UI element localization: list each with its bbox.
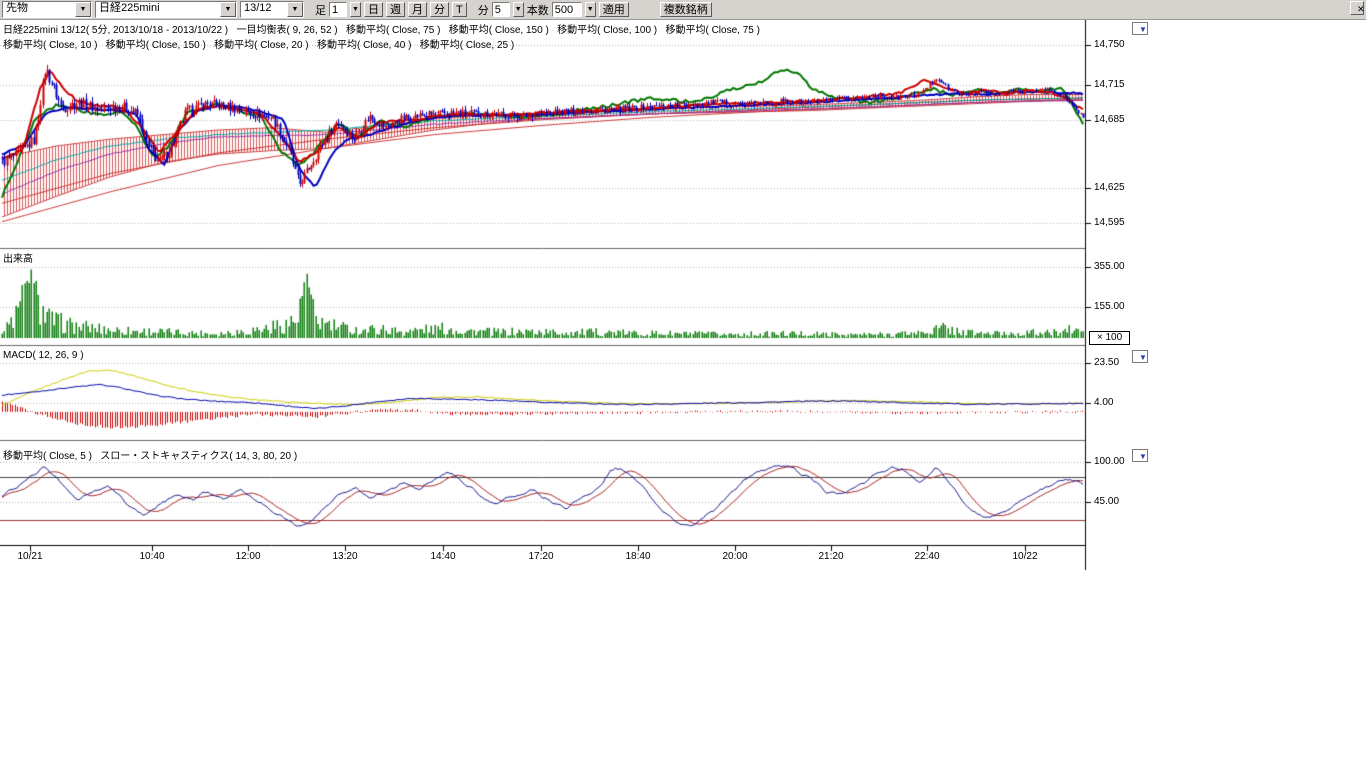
market-category-value: 先物	[3, 2, 75, 17]
chevron-down-icon[interactable]: ▼	[350, 2, 361, 17]
symbol-select[interactable]: 日経225mini ▼	[95, 1, 237, 18]
chart-header-line1: 日経225mini 13/12( 5分, 2013/10/18 - 2013/1…	[3, 21, 760, 36]
symbol-value: 日経225mini	[96, 2, 220, 17]
minute-label: 分	[478, 2, 489, 18]
period-month-button[interactable]: 月	[408, 2, 427, 17]
chevron-down-icon[interactable]: ▼	[75, 2, 91, 17]
chart-canvas[interactable]	[0, 0, 1366, 768]
chevron-down-icon[interactable]: ▼	[585, 2, 596, 17]
stochastic-pane-label: 移動平均( Close, 5 ) スロー・ストキャスティクス( 14, 3, 8…	[3, 447, 297, 462]
contract-month-value: 13/12	[241, 2, 287, 17]
main-toolbar: 先物 ▼ 日経225mini ▼ 13/12 ▼ 足 ▼ 日 週 月 分 T 分…	[0, 0, 1366, 20]
market-category-select[interactable]: 先物 ▼	[2, 1, 92, 18]
volume-pane-label: 出来高	[3, 250, 33, 265]
chevron-down-icon[interactable]: ▼	[513, 2, 524, 17]
period-day-button[interactable]: 日	[364, 2, 383, 17]
period-tick-button[interactable]: T	[452, 2, 467, 17]
bar-interval-input[interactable]	[329, 2, 347, 17]
price-pane-dropdown-button[interactable]: ▼	[1132, 22, 1148, 35]
close-icon[interactable]: ✕	[1350, 1, 1364, 15]
chart-header-line2: 移動平均( Close, 10 ) 移動平均( Close, 150 ) 移動平…	[3, 36, 514, 51]
period-minute-button[interactable]: 分	[430, 2, 449, 17]
period-week-button[interactable]: 週	[386, 2, 405, 17]
bar-count-input[interactable]	[552, 2, 582, 17]
bar-count-label: 本数	[527, 2, 549, 18]
contract-month-select[interactable]: 13/12 ▼	[240, 1, 304, 18]
stochastic-pane-dropdown-button[interactable]: ▼	[1132, 449, 1148, 462]
macd-pane-dropdown-button[interactable]: ▼	[1132, 350, 1148, 363]
chevron-down-icon[interactable]: ▼	[220, 2, 236, 17]
minute-input[interactable]	[492, 2, 510, 17]
multi-symbol-button[interactable]: 複数銘柄	[660, 2, 712, 17]
volume-multiplier-badge: × 100	[1089, 331, 1130, 345]
chevron-down-icon[interactable]: ▼	[287, 2, 303, 17]
bar-type-label: 足	[315, 2, 326, 18]
apply-button[interactable]: 適用	[599, 2, 629, 17]
macd-pane-label: MACD( 12, 26, 9 )	[3, 350, 84, 361]
